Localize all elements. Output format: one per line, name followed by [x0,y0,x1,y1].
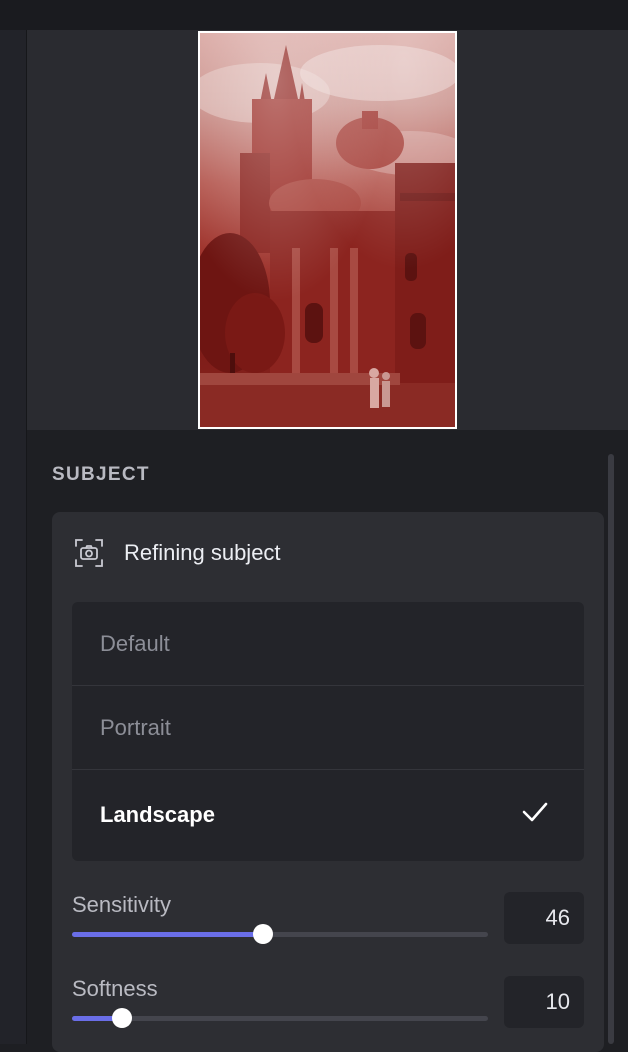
option-default[interactable]: Default [72,602,584,686]
softness-label: Softness [72,976,158,1001]
sensitivity-slider[interactable] [72,924,488,944]
sensitivity-slider-row: Sensitivity 46 [72,892,584,948]
option-portrait[interactable]: Portrait [72,686,584,770]
left-rail [0,30,27,1044]
sensitivity-slider-fill [72,932,263,937]
panel-scrollbar[interactable] [608,454,614,1044]
card-header: Refining subject [74,536,281,570]
section-title: SUBJECT [52,464,150,485]
subject-camera-icon [75,539,103,567]
softness-slider-thumb[interactable] [112,1008,132,1028]
subject-mask-preview[interactable] [198,31,457,429]
subject-panel: SUBJECT Refining subject Default Portrai… [27,430,628,1052]
option-label: Default [100,630,170,656]
option-landscape[interactable]: Landscape [72,770,584,859]
softness-slider[interactable] [72,1008,488,1028]
image-preview-area [27,30,628,430]
card-header-label: Refining subject [124,540,281,565]
checkmark-icon [522,802,548,822]
option-label: Portrait [100,714,171,740]
top-bar [0,0,628,30]
cathedral-photo [200,45,455,427]
softness-slider-row: Softness 10 [72,976,584,1032]
sensitivity-value-input[interactable]: 46 [504,892,584,944]
sensitivity-label: Sensitivity [72,892,172,917]
option-label: Landscape [100,801,215,827]
subject-type-list: Default Portrait Landscape [72,602,584,861]
subject-card: Refining subject Default Portrait Landsc… [52,512,604,1052]
sensitivity-slider-thumb[interactable] [253,924,273,944]
softness-value-input[interactable]: 10 [504,976,584,1028]
